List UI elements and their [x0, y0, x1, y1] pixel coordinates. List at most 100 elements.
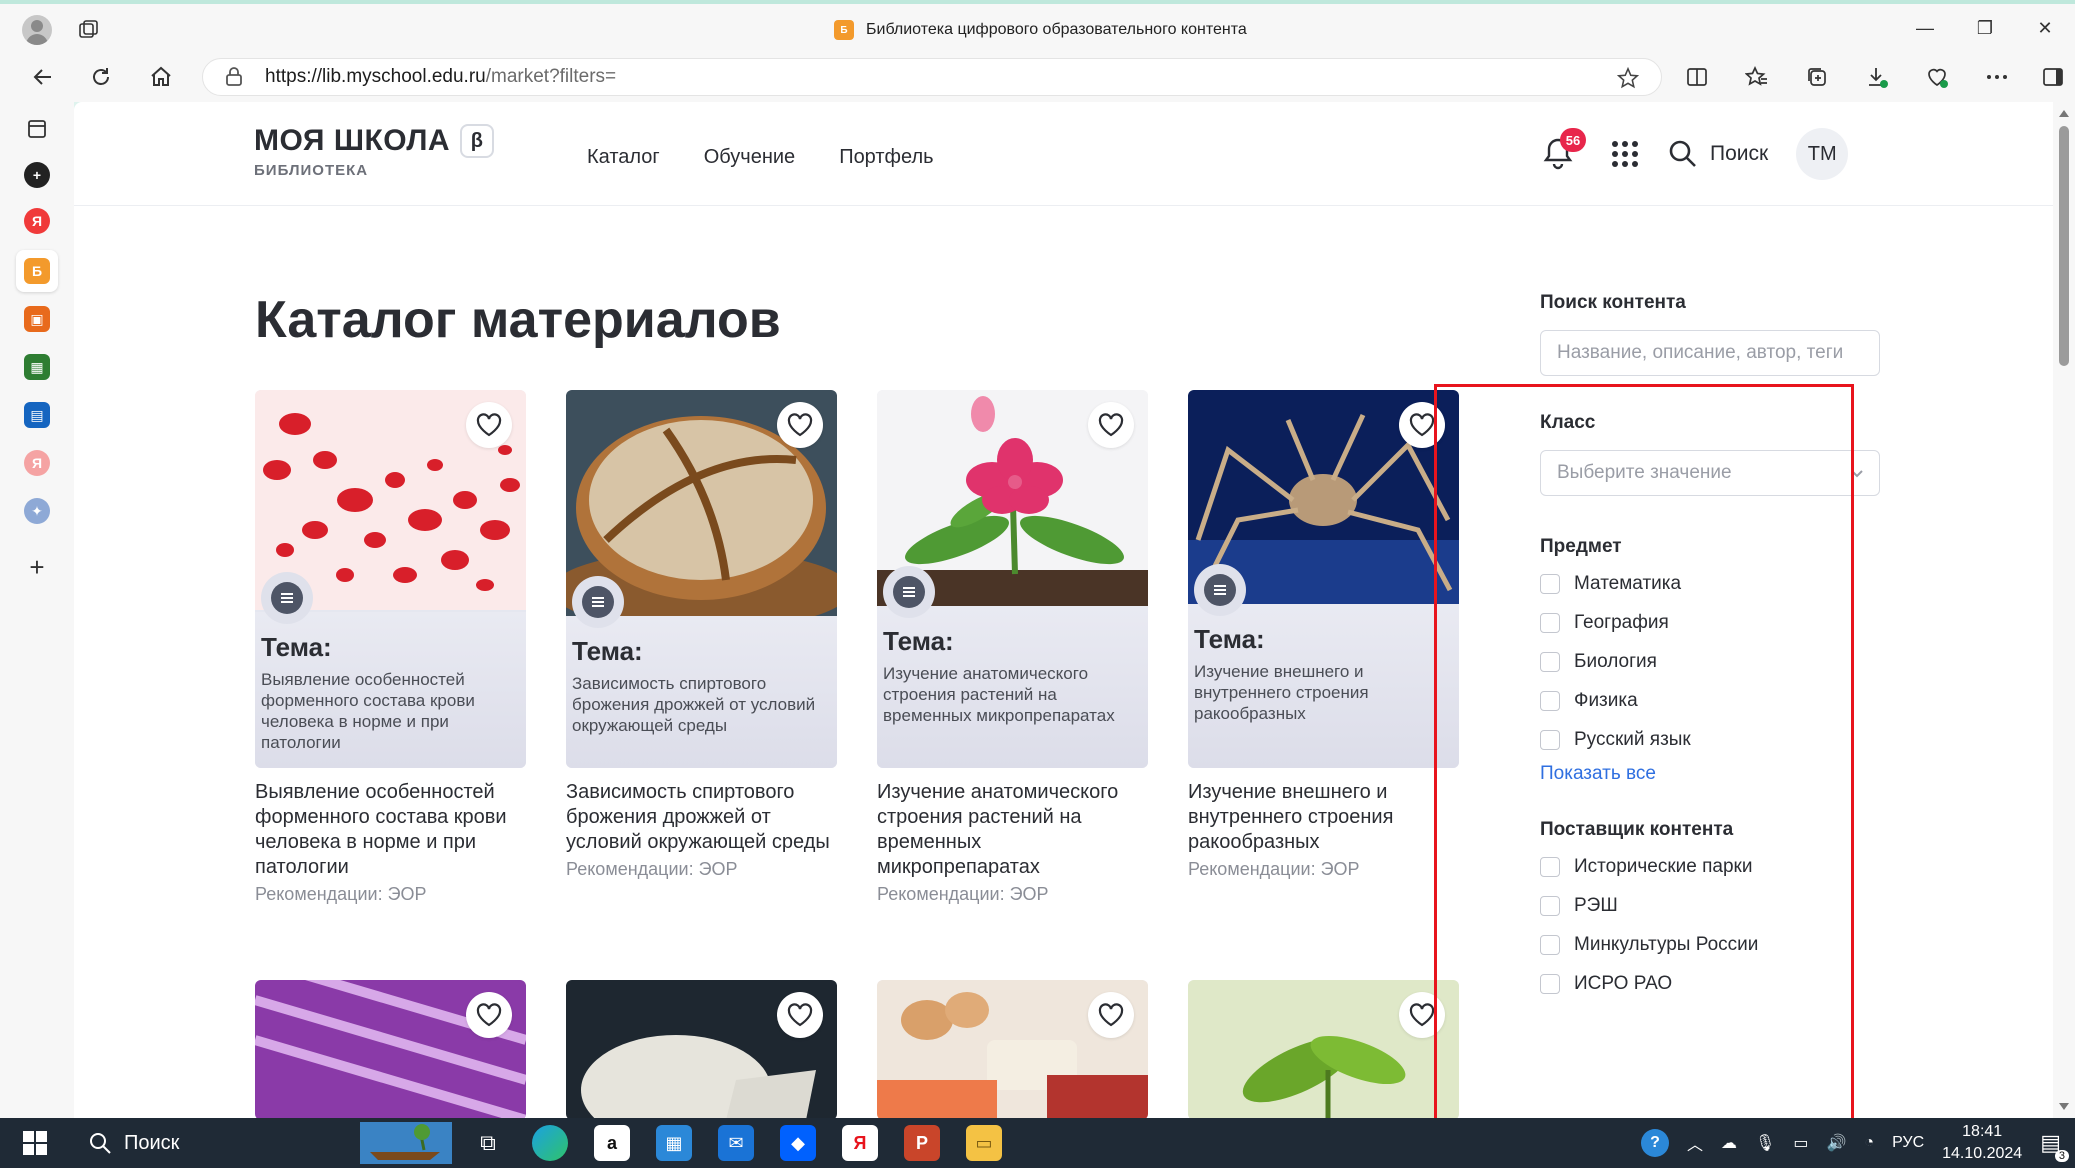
task-view-icon[interactable]: ⧉ — [470, 1125, 506, 1161]
wifi-icon[interactable]: ◔ — [1864, 1134, 1874, 1152]
yandex-tab-icon[interactable]: Я — [24, 208, 50, 234]
more-icon[interactable] — [1980, 60, 2014, 94]
browser-toolbar: https://lib.myschool.edu.ru/market?filte… — [0, 52, 2075, 102]
card-recommendation: Рекомендации: ЭОР — [566, 859, 738, 879]
card-title[interactable]: Зависимость спиртового брожения дрожжей … — [566, 780, 837, 855]
minimize-icon[interactable]: — — [1895, 4, 1955, 52]
card-title[interactable]: Изучение внешнего и внутреннего строения… — [1188, 780, 1459, 855]
card-thumbnail[interactable]: Тема: Изучение анатомического строения р… — [877, 390, 1148, 768]
mail-icon[interactable]: ✉ — [718, 1125, 754, 1161]
main-nav: Каталог Обучение Портфель — [587, 146, 934, 169]
card-thumbnail[interactable] — [877, 980, 1148, 1118]
microsoft-store-icon[interactable]: ▦ — [656, 1125, 692, 1161]
scroll-up-icon[interactable] — [2058, 108, 2070, 118]
split-screen-icon[interactable] — [1680, 60, 1714, 94]
nav-portfolio[interactable]: Портфель — [839, 146, 933, 169]
new-tab-plus-icon[interactable]: + — [24, 552, 50, 582]
highlight-frame — [1434, 384, 1854, 1142]
nav-catalog[interactable]: Каталог — [587, 146, 660, 169]
favorites-icon[interactable] — [1740, 60, 1774, 94]
material-card[interactable] — [877, 980, 1148, 1118]
favorite-heart-icon[interactable] — [466, 992, 512, 1038]
card-title[interactable]: Выявление особенностей форменного состав… — [255, 780, 526, 880]
workspaces-icon[interactable] — [78, 19, 100, 41]
clock-date: 14.10.2024 — [1942, 1145, 2023, 1162]
amazon-icon[interactable]: a — [594, 1125, 630, 1161]
home-icon[interactable] — [144, 60, 178, 94]
scrollbar-thumb[interactable] — [2059, 126, 2069, 366]
volume-icon[interactable]: 🔊 — [1826, 1133, 1846, 1153]
card-thumbnail[interactable]: Тема: Зависимость спиртового брожения др… — [566, 390, 837, 768]
tab-blue-icon[interactable]: ▤ — [24, 402, 50, 428]
lock-icon[interactable] — [225, 66, 247, 88]
card-thumbnail[interactable] — [1188, 980, 1459, 1118]
material-card[interactable] — [566, 980, 837, 1118]
taskbar-search[interactable]: Поиск — [74, 1118, 456, 1168]
search-icon — [90, 1133, 111, 1154]
browser-essentials-icon[interactable] — [1920, 60, 1954, 94]
dropbox-icon[interactable]: ◆ — [780, 1125, 816, 1161]
powerpoint-icon[interactable]: P — [904, 1125, 940, 1161]
favorite-star-icon[interactable] — [1617, 67, 1639, 89]
back-icon[interactable] — [26, 60, 60, 94]
page-title: Каталог материалов — [255, 291, 781, 349]
favorite-heart-icon[interactable] — [777, 402, 823, 448]
keyboard-language[interactable]: РУС — [1892, 1134, 1924, 1152]
notification-center-icon[interactable]: ▤ 3 — [2040, 1130, 2069, 1162]
sidebar-toggle-icon[interactable] — [2036, 60, 2070, 94]
restore-icon[interactable]: ❐ — [1955, 4, 2015, 52]
search-label: Поиск — [1710, 142, 1769, 165]
material-card[interactable] — [255, 980, 526, 1118]
material-card[interactable]: Тема: Выявление особенностей форменного … — [255, 390, 526, 905]
reload-icon[interactable] — [84, 60, 118, 94]
content-search-input[interactable]: Название, описание, автор, теги — [1540, 330, 1880, 376]
card-thumbnail[interactable] — [566, 980, 837, 1118]
close-icon[interactable]: ✕ — [2015, 4, 2075, 52]
address-field[interactable]: https://lib.myschool.edu.ru/market?filte… — [202, 58, 1662, 96]
header-search-button[interactable]: Поиск — [1668, 139, 1768, 169]
card-overlay: Тема: Изучение внешнего и внутреннего ст… — [1188, 604, 1459, 768]
notifications-bell-icon[interactable]: 56 — [1542, 128, 1586, 172]
user-avatar[interactable]: ТМ — [1796, 128, 1849, 180]
tab-orange-icon[interactable]: ▣ — [24, 306, 50, 332]
site-logo[interactable]: МОЯ ШКОЛА β БИБЛИОТЕКА — [254, 124, 495, 179]
copilot-tab-icon[interactable]: + — [24, 162, 50, 188]
downloads-icon[interactable] — [1860, 60, 1894, 94]
microphone-icon[interactable]: 🎙 — [1755, 1133, 1775, 1153]
gov-emblem-tab-icon[interactable]: ✦ — [24, 498, 50, 524]
card-thumbnail[interactable]: Тема: Выявление особенностей форменного … — [255, 390, 526, 768]
active-tab[interactable]: Б Библиотека цифрового образовательного … — [834, 18, 1247, 42]
page-scrollbar[interactable] — [2053, 102, 2075, 1118]
favorite-heart-icon[interactable] — [466, 402, 512, 448]
library-tab-icon[interactable]: Б — [24, 258, 50, 284]
profile-avatar-icon[interactable] — [22, 15, 52, 45]
favorite-heart-icon[interactable] — [777, 992, 823, 1038]
material-card[interactable]: Тема: Изучение анатомического строения р… — [877, 390, 1148, 905]
file-explorer-icon[interactable]: ▭ — [966, 1125, 1002, 1161]
material-card[interactable] — [1188, 980, 1459, 1118]
collections-icon[interactable] — [1800, 60, 1834, 94]
tray-expand-icon[interactable]: ︿ — [1687, 1131, 1703, 1155]
yandex-browser-icon[interactable]: Я — [842, 1125, 878, 1161]
card-title[interactable]: Изучение анатомического строения растени… — [877, 780, 1148, 880]
yandex-tab-faded-icon[interactable]: Я — [24, 450, 50, 476]
material-card[interactable]: Тема: Зависимость спиртового брожения др… — [566, 390, 837, 880]
nav-learning[interactable]: Обучение — [704, 146, 795, 169]
taskbar-clock[interactable]: 18:41 14.10.2024 — [1942, 1121, 2022, 1165]
edge-browser-icon[interactable] — [532, 1125, 568, 1161]
favorite-heart-icon[interactable] — [1088, 992, 1134, 1038]
battery-icon[interactable]: ▭ — [1793, 1133, 1808, 1153]
tab-actions-icon[interactable] — [24, 116, 50, 142]
document-type-icon — [883, 566, 935, 618]
card-thumbnail[interactable]: Тема: Изучение внешнего и внутреннего ст… — [1188, 390, 1459, 768]
search-icon — [1669, 140, 1696, 167]
help-icon[interactable]: ? — [1641, 1129, 1670, 1157]
scroll-down-icon[interactable] — [2058, 1102, 2070, 1112]
favorite-heart-icon[interactable] — [1088, 402, 1134, 448]
apps-grid-icon[interactable] — [1612, 141, 1638, 167]
tab-green-icon[interactable]: ▦ — [24, 354, 50, 380]
card-thumbnail[interactable] — [255, 980, 526, 1118]
windows-start-icon[interactable] — [12, 1118, 58, 1168]
material-card[interactable]: Тема: Изучение внешнего и внутреннего ст… — [1188, 390, 1459, 880]
cloud-icon[interactable]: ☁ — [1721, 1133, 1737, 1153]
